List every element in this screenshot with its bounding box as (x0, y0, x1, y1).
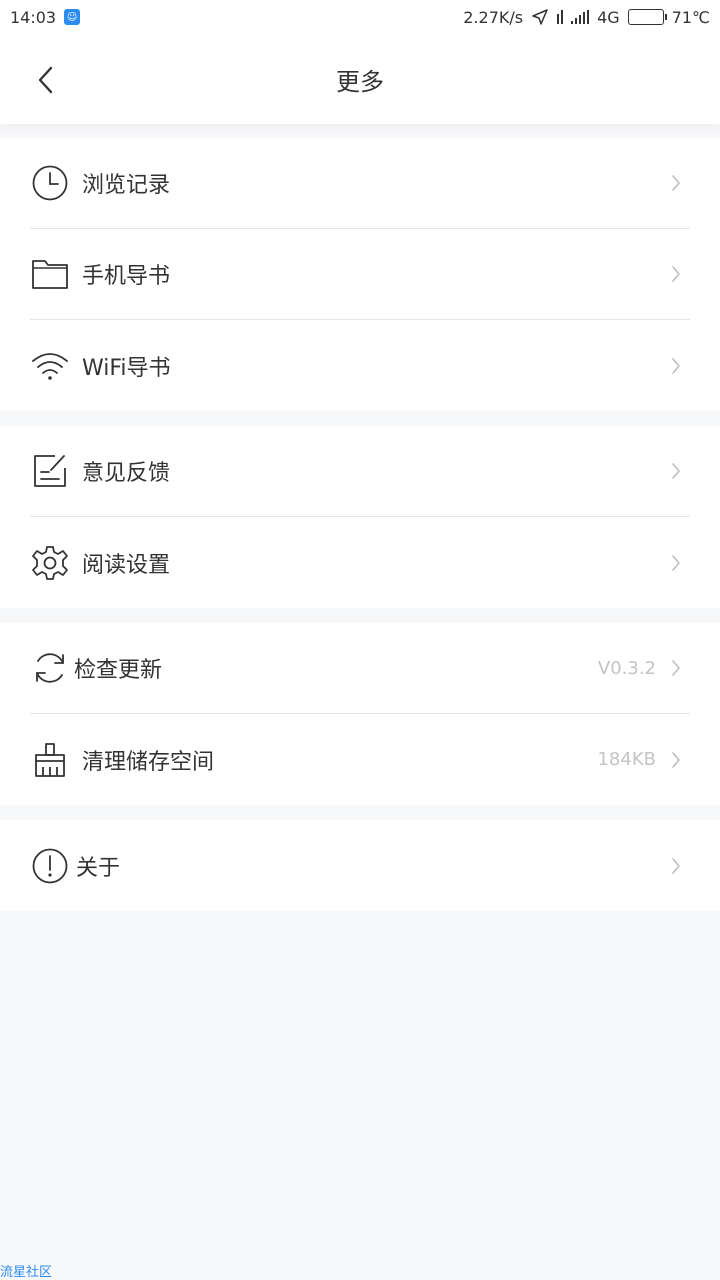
signal-strength-icon (571, 10, 590, 24)
network-type: 4G (597, 7, 620, 27)
nav-bar: 更多 (0, 34, 720, 124)
menu-item-label: 关于 (76, 855, 121, 881)
status-time: 14:03 (10, 7, 57, 27)
gear-icon (30, 543, 70, 583)
signal-icon (557, 10, 564, 24)
network-speed: 2.27K/s (463, 7, 524, 27)
clock-icon (30, 163, 70, 203)
storage-size-value: 184KB (597, 749, 656, 770)
app-notification-icon: ☺ (64, 9, 81, 25)
folder-icon (30, 254, 70, 294)
chevron-right-icon (668, 356, 684, 376)
menu-item-about[interactable]: 关于 (30, 820, 690, 911)
chevron-right-icon (668, 658, 684, 678)
menu-item-label: 清理储存空间 (82, 749, 215, 775)
menu-item-label: WiFi导书 (82, 355, 171, 381)
menu-item-label: 检查更新 (74, 658, 163, 683)
menu-group-4: 关于 (0, 820, 720, 911)
menu-item-history[interactable]: 浏览记录 (30, 138, 690, 229)
battery-icon (627, 9, 667, 25)
feedback-icon (30, 451, 70, 491)
chevron-right-icon (668, 173, 684, 193)
menu-item-label: 浏览记录 (82, 173, 171, 198)
menu-item-feedback[interactable]: 意见反馈 (30, 426, 690, 517)
chevron-right-icon (668, 750, 684, 770)
chevron-right-icon (668, 856, 684, 876)
menu-item-label: 阅读设置 (82, 552, 171, 578)
back-arrow-icon (38, 66, 53, 94)
back-button[interactable] (26, 60, 66, 100)
chevron-right-icon (668, 461, 684, 481)
temperature: 71℃ (671, 7, 710, 27)
location-arrow-icon (532, 9, 548, 25)
info-icon (30, 846, 70, 886)
refresh-icon (30, 648, 70, 688)
wifi-icon (30, 346, 70, 386)
status-bar: 14:03 ☺ 2.27K/s 4G 71℃ (0, 0, 720, 34)
menu-item-check-update[interactable]: 检查更新 V0.3.2 (30, 623, 690, 714)
menu-item-wifi-import[interactable]: WiFi导书 (30, 320, 690, 411)
menu-group-3: 检查更新 V0.3.2 清理储存空间 184KB (0, 623, 720, 805)
menu-group-1: 浏览记录 手机导书 WiFi导书 (0, 138, 720, 411)
menu-group-2: 意见反馈 阅读设置 (0, 426, 720, 608)
menu-item-reading-settings[interactable]: 阅读设置 (30, 517, 690, 608)
chevron-right-icon (668, 264, 684, 284)
menu-item-label: 手机导书 (82, 264, 171, 289)
menu-item-clear-storage[interactable]: 清理储存空间 184KB (30, 714, 690, 805)
menu-item-label: 意见反馈 (82, 461, 171, 486)
watermark: 流星社区 (0, 1265, 53, 1280)
page-title: 更多 (336, 67, 384, 96)
menu-item-phone-import[interactable]: 手机导书 (30, 229, 690, 320)
chevron-right-icon (668, 553, 684, 573)
broom-icon (30, 740, 70, 780)
version-value: V0.3.2 (597, 657, 656, 679)
